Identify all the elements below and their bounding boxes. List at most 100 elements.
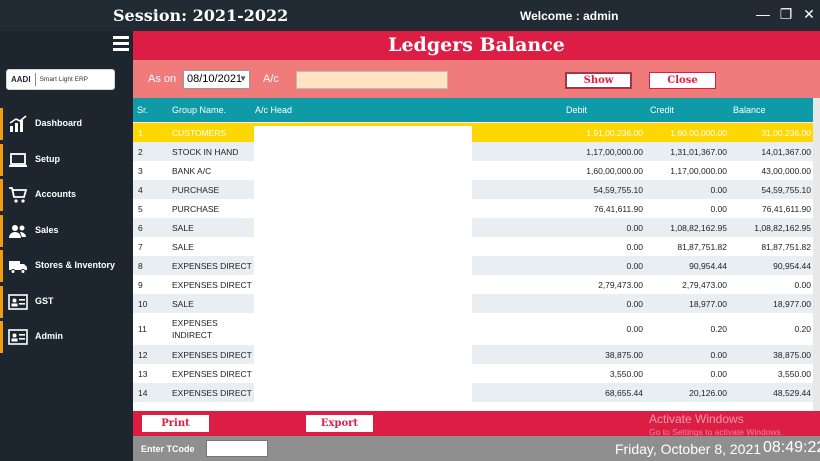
cell-balance: 48,529.44 — [773, 388, 811, 398]
cell-balance: 3,550.00 — [777, 369, 811, 379]
close-window-button[interactable]: ✕ — [798, 4, 820, 24]
page-header: Ledgers Balance — [133, 31, 820, 60]
cell-balance: 38,875.00 — [773, 350, 811, 360]
maximize-button[interactable]: ❐ — [775, 4, 797, 24]
grid-header: Sr. Group Name. A/c Head Debit Credit Ba… — [133, 98, 813, 122]
cell-sr: 2 — [138, 147, 143, 157]
current-date: Friday, October 8, 2021 — [615, 441, 762, 457]
cell-debit: 3,550.00 — [609, 369, 643, 379]
cart-icon — [9, 187, 28, 203]
as-on-label: As on — [148, 73, 177, 85]
sidebar-item-stores-inventory[interactable]: Stores & Inventory — [0, 250, 133, 282]
cell-sr: 11 — [138, 324, 147, 334]
minimize-button[interactable]: — — [752, 4, 774, 24]
menu-icon[interactable] — [113, 36, 129, 51]
ac-label: A/c — [263, 73, 279, 85]
print-button[interactable]: Print — [142, 415, 209, 432]
title-bar: Session: 2021-2022 Welcome : admin — ❐ ✕ — [0, 0, 820, 31]
cell-group: EXPENSES DIRECT — [172, 350, 252, 360]
chevron-down-icon[interactable]: ▼ — [239, 74, 247, 83]
cell-debit: 0.00 — [626, 223, 643, 233]
chart-icon — [9, 115, 27, 132]
cell-sr: 1 — [138, 128, 143, 138]
cell-debit: 54,59,755.10 — [593, 185, 643, 195]
table-row[interactable]: 7 SALE 0.00 81,87,751.82 81,87,751.82 — [133, 237, 813, 256]
cell-balance: 90,954.44 — [773, 261, 811, 271]
sidebar-item-accounts[interactable]: Accounts — [0, 179, 133, 211]
as-on-date-value: 08/10/2021 — [187, 73, 243, 85]
cell-sr: 7 — [138, 242, 143, 252]
table-row[interactable]: 2 STOCK IN HAND 1,17,00,000.00 1,31,01,367.… — [133, 142, 813, 161]
cell-debit: 68,655.44 — [605, 388, 643, 398]
cell-debit: 38,875.00 — [605, 350, 643, 360]
cell-credit: 81,87,751.82 — [677, 242, 727, 252]
sidebar-item-label: Dashboard — [35, 118, 83, 128]
col-head[interactable]: A/c Head — [255, 105, 292, 115]
ledger-grid[interactable]: Sr. Group Name. A/c Head Debit Credit Ba… — [133, 98, 820, 411]
cell-balance: 14,01,367.00 — [761, 147, 811, 157]
cell-credit: 0.20 — [710, 324, 727, 334]
table-row[interactable]: 14 EXPENSES DIRECT 68,655.44 20,126.00 48,52… — [133, 383, 813, 402]
cell-sr: 5 — [138, 204, 143, 214]
table-row[interactable]: 4 PURCHASE 54,59,755.10 0.00 54,59,755.10 — [133, 180, 813, 199]
cell-credit: 0.00 — [710, 185, 727, 195]
id-card-icon — [8, 294, 28, 310]
cell-group: EXPENSES DIRECT — [172, 261, 252, 271]
table-row[interactable]: 9 EXPENSES DIRECT 2,79,473.00 2,79,473.00 0.… — [133, 275, 813, 294]
sidebar-item-setup[interactable]: Setup — [0, 144, 133, 176]
sidebar-item-admin[interactable]: Admin — [0, 321, 133, 353]
cell-balance: 54,59,755.10 — [761, 185, 811, 195]
table-row[interactable]: 10 SALE 0.00 18,977.00 18,977.00 — [133, 294, 813, 313]
table-row[interactable]: 11 EXPENSES INDIRECT 0.00 0.20 0.20 — [133, 313, 813, 345]
cell-group: STOCK IN HAND — [172, 147, 239, 157]
cell-group: EXPENSES DIRECT — [172, 280, 252, 290]
table-row[interactable]: 13 EXPENSES DIRECT 3,550.00 0.00 3,550.00 — [133, 364, 813, 383]
cell-credit: 2,79,473.00 — [682, 280, 727, 290]
cell-group: SALE — [172, 223, 194, 233]
export-button[interactable]: Export — [306, 415, 373, 432]
col-debit[interactable]: Debit — [566, 105, 587, 115]
close-button[interactable]: Close — [649, 72, 716, 89]
tcode-label: Enter TCode — [141, 444, 195, 454]
col-group[interactable]: Group Name. — [172, 105, 226, 115]
col-sr[interactable]: Sr. — [137, 105, 148, 115]
status-bar: Enter TCode Friday, October 8, 2021 08:4… — [133, 436, 820, 461]
ac-head-column-blank — [254, 126, 472, 404]
grid-scrollbar[interactable] — [813, 98, 820, 411]
sidebar: AADI Smart Light ERP Dashboard Setup Acc… — [0, 31, 133, 461]
table-row[interactable]: 12 EXPENSES DIRECT 38,875.00 0.00 38,875.00 — [133, 345, 813, 364]
table-row[interactable]: 6 SALE 0.00 1,08,82,162.95 1,08,82,162.95 — [133, 218, 813, 237]
cell-group: EXPENSES INDIRECT — [172, 318, 218, 340]
cell-debit: 1,60,00,000.00 — [586, 166, 643, 176]
sidebar-item-label: Accounts — [35, 189, 77, 199]
activate-windows-watermark: Activate Windows — [649, 412, 744, 426]
show-button[interactable]: Show — [565, 72, 632, 89]
cell-sr: 12 — [138, 350, 148, 360]
cell-debit: 0.00 — [626, 324, 643, 334]
table-row[interactable]: 3 BANK A/C 1,60,00,000.00 1,17,00,000.00 43,… — [133, 161, 813, 180]
as-on-date-picker[interactable]: 08/10/2021 ▼ — [183, 70, 250, 89]
col-balance[interactable]: Balance — [733, 105, 766, 115]
sidebar-item-gst[interactable]: GST — [0, 286, 133, 318]
cell-credit: 1,17,00,000.00 — [670, 166, 727, 176]
cell-group: SALE — [172, 242, 194, 252]
ac-input[interactable] — [296, 71, 448, 89]
tcode-input[interactable] — [206, 440, 268, 457]
cell-credit: 1,60,00,000.00 — [670, 128, 727, 138]
cell-sr: 13 — [138, 369, 148, 379]
cell-credit: 20,126.00 — [689, 388, 727, 398]
cell-balance: 0.20 — [794, 324, 811, 334]
table-row[interactable]: 5 PURCHASE 76,41,611.90 0.00 76,41,611.90 — [133, 199, 813, 218]
cell-sr: 4 — [138, 185, 143, 195]
sidebar-item-dashboard[interactable]: Dashboard — [0, 108, 133, 140]
sidebar-item-sales[interactable]: Sales — [0, 215, 133, 247]
col-credit[interactable]: Credit — [650, 105, 674, 115]
table-row[interactable]: 1 CUSTOMERS 1,91,00,236.00 1,60,00,000.00 31… — [133, 123, 813, 142]
logo-mark: AADI — [11, 74, 31, 84]
cell-balance: 0.00 — [794, 280, 811, 290]
table-row[interactable]: 8 EXPENSES DIRECT 0.00 90,954.44 90,954.44 — [133, 256, 813, 275]
cell-debit: 0.00 — [626, 242, 643, 252]
cell-group: CUSTOMERS — [172, 128, 227, 138]
users-icon — [9, 225, 26, 238]
cell-balance: 43,00,000.00 — [761, 166, 811, 176]
